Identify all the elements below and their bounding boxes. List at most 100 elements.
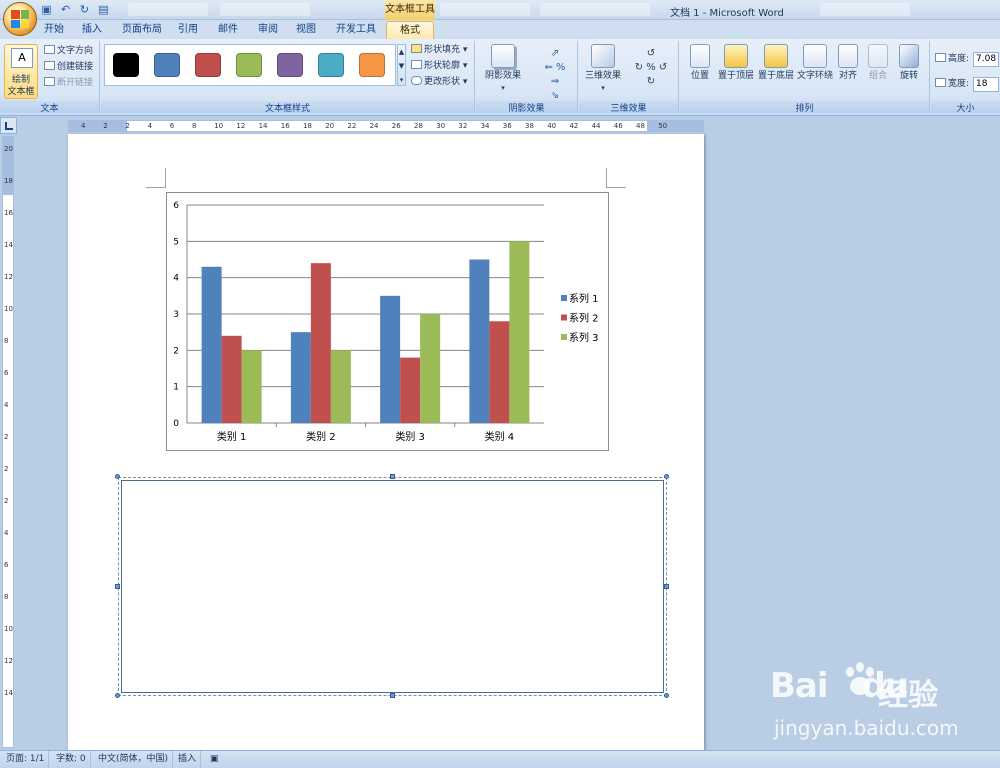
vertical-ruler[interactable]: 20 18 16 14 12 10 8 6 4 2 2 2 4 6 8 10 12 14 (2, 136, 14, 748)
tab-format[interactable]: 格式 (386, 21, 434, 39)
send-to-back-button[interactable]: 置于底层 (756, 44, 796, 82)
watermark-url: jingyan.baidu.com (774, 716, 959, 740)
3d-effects-label: 三维效果 (579, 101, 678, 114)
3d-effects-button[interactable]: 三维效果 ▾ (583, 44, 623, 94)
shadow-effects-group: 阴影效果 ▾ ⇗ ⇐ % ⇒ ⇘ 阴影效果 (476, 41, 578, 114)
crop-mark (146, 168, 166, 188)
break-link-button[interactable]: 断开链接 (44, 77, 93, 90)
text-direction-button[interactable]: 文字方向 (44, 45, 93, 58)
quick-access-toolbar: ▣ ↶ ↻ ▤ (40, 3, 110, 16)
ruler-number: 20 (325, 122, 335, 130)
legend-label: 系列 2 (569, 312, 599, 325)
gallery-down-icon[interactable]: ▼ (398, 59, 405, 73)
draw-textbox-button[interactable]: A 绘制 文本框 (4, 44, 38, 99)
y-tick-label: 6 (173, 201, 179, 211)
ruler-number: 14 (4, 689, 13, 697)
office-button[interactable] (3, 2, 37, 36)
text-group: A 绘制 文本框 文字方向 创建链接 断开链接 文本 (0, 41, 100, 114)
align-button[interactable]: 对齐 (834, 44, 862, 82)
resize-handle[interactable] (115, 474, 120, 479)
break-link-icon (44, 77, 55, 86)
3d-tilt-icons[interactable]: ↺ ↻ % ↺ ↻ (631, 47, 671, 91)
ruler-number: 12 (236, 122, 246, 130)
gallery-more-icon[interactable]: ▾ (398, 73, 405, 87)
selected-textbox[interactable] (118, 477, 667, 696)
bar (201, 266, 222, 423)
ruler-number: 12 (4, 657, 13, 665)
ruler-number: 46 (613, 122, 623, 130)
textbox-icon: A (11, 48, 33, 68)
resize-handle[interactable] (115, 693, 120, 698)
resize-handle[interactable] (390, 474, 395, 479)
bring-to-front-button[interactable]: 置于顶层 (716, 44, 756, 82)
status-mode[interactable]: 插入 (174, 751, 202, 768)
tab-home[interactable]: 开始 (40, 21, 68, 39)
style-swatch[interactable] (318, 53, 344, 77)
save-icon[interactable]: ▣ (40, 3, 53, 16)
ruler-number: 38 (525, 122, 534, 130)
resize-handle[interactable] (664, 474, 669, 479)
ruler-number: 16 (280, 122, 290, 130)
ruler-number: 44 (591, 122, 601, 130)
undo-icon[interactable]: ↶ (59, 3, 72, 16)
bar (509, 241, 530, 423)
style-swatch[interactable] (113, 53, 139, 77)
resize-handle[interactable] (664, 693, 669, 698)
macro-record-icon[interactable]: ▣ (206, 751, 223, 768)
tab-developer[interactable]: 开发工具 (332, 21, 380, 39)
text-wrap-button[interactable]: 文字环绕 (794, 44, 836, 82)
text-wrap-icon (803, 44, 827, 68)
height-input[interactable]: 7.08 厘 (973, 52, 999, 67)
height-icon (935, 53, 946, 62)
status-words[interactable]: 字数: 0 (52, 751, 91, 768)
y-tick-label: 0 (173, 419, 179, 429)
tab-mailings[interactable]: 邮件 (214, 21, 242, 39)
gallery-scroll[interactable]: ▲ ▼ ▾ (397, 44, 406, 86)
ruler-number: 30 (436, 122, 446, 130)
gallery-up-icon[interactable]: ▲ (398, 45, 405, 59)
width-input[interactable]: 18 厘 (973, 77, 999, 92)
textbox-content[interactable] (121, 480, 664, 693)
ruler-number: 28 (414, 122, 423, 130)
print-preview-icon[interactable]: ▤ (97, 3, 110, 16)
tab-review[interactable]: 审阅 (254, 21, 282, 39)
create-link-button[interactable]: 创建链接 (44, 61, 93, 74)
resize-handle[interactable] (390, 693, 395, 698)
position-button[interactable]: 位置 (684, 44, 716, 82)
status-language[interactable]: 中文(简体，中国) (94, 751, 174, 768)
resize-handle[interactable] (115, 584, 120, 589)
rotate-button[interactable]: 旋转 (894, 44, 924, 82)
shadow-effects-button[interactable]: 阴影效果 ▾ (480, 44, 526, 94)
title-bar: ▣ ↶ ↻ ▤ 文本框工具 文档 1 - Microsoft Word (0, 0, 1000, 20)
x-tick-label: 类别 1 (217, 430, 247, 443)
ruler-number: 48 (636, 122, 645, 130)
horizontal-ruler[interactable]: 4 2 2 4 6 8 10 12 14 16 18 20 22 24 26 28 30 32 34 36 38 40 42… (68, 120, 704, 132)
resize-handle[interactable] (664, 584, 669, 589)
tab-view[interactable]: 视图 (292, 21, 320, 39)
textbox-style-gallery (104, 44, 396, 86)
style-swatch[interactable] (277, 53, 303, 77)
tab-page-layout[interactable]: 页面布局 (118, 21, 166, 39)
shape-outline-button[interactable]: 形状轮廓 ▾ (411, 60, 467, 73)
style-swatch[interactable] (154, 53, 180, 77)
change-shape-button[interactable]: 更改形状 ▾ (411, 76, 467, 89)
style-swatch[interactable] (236, 53, 262, 77)
tab-references[interactable]: 引用 (174, 21, 202, 39)
shadow-nudge-icons[interactable]: ⇗ ⇐ % ⇒ ⇘ (540, 47, 570, 101)
x-tick-label: 类别 3 (395, 430, 425, 443)
shape-fill-button[interactable]: 形状填充 ▾ (411, 44, 467, 57)
shadow-icon (491, 44, 515, 68)
tab-selector[interactable] (0, 117, 17, 134)
tab-insert[interactable]: 插入 (78, 21, 106, 39)
status-page[interactable]: 页面: 1/1 (2, 751, 50, 768)
watermark-brand: Bai du (770, 666, 909, 706)
style-swatch[interactable] (359, 53, 385, 77)
ruler-number: 4 (4, 401, 9, 409)
style-swatch[interactable] (195, 53, 221, 77)
legend-swatch (561, 334, 567, 340)
group-button[interactable]: 组合 (864, 44, 892, 82)
ruler-number: 10 (4, 625, 13, 633)
crop-mark (606, 168, 626, 188)
bar-chart[interactable]: 0 1 2 3 4 5 6 类别 1 类别 2 类别 3 类别 4 系列 1 系列 2 系列 3 (166, 192, 609, 451)
redo-icon[interactable]: ↻ (78, 3, 91, 16)
